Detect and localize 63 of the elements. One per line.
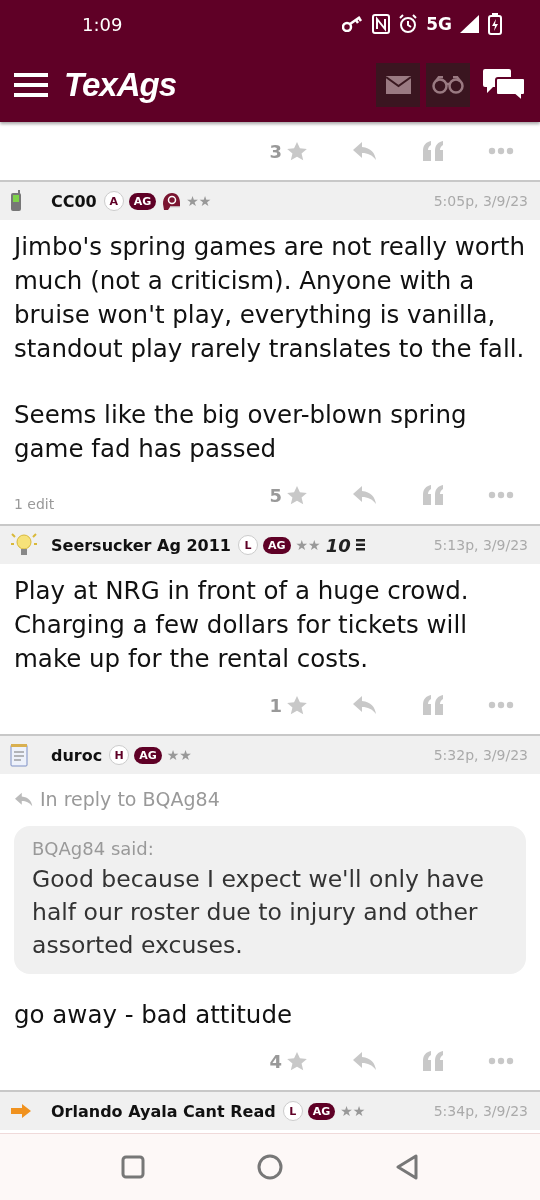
arrow-icon [10, 1103, 32, 1119]
reply-icon[interactable] [352, 695, 378, 715]
more-icon[interactable] [488, 491, 514, 499]
chat-icon[interactable] [482, 68, 526, 102]
status-time: 1:09 [82, 13, 123, 35]
app-logo[interactable]: TexAgs [64, 66, 176, 104]
envelope-icon [385, 76, 411, 94]
messages-button[interactable] [376, 63, 420, 107]
signal-icon [460, 15, 480, 33]
back-icon[interactable] [395, 1154, 419, 1180]
post-time: 5:05p, 3/9/23 [433, 193, 528, 209]
battery-charging-icon [488, 13, 502, 35]
quote-icon[interactable] [422, 694, 444, 716]
award-label: 10 [325, 534, 351, 556]
quote-icon[interactable] [422, 1050, 444, 1072]
ag-badge: AG [307, 1102, 336, 1120]
rank-stars: ★★ [295, 537, 321, 553]
binoculars-icon [432, 76, 464, 94]
username[interactable]: Orlando Ayala Cant Read [51, 1101, 276, 1121]
post-time: 5:13p, 3/9/23 [433, 537, 528, 553]
binoculars-button[interactable] [426, 63, 470, 107]
quote-icon[interactable] [422, 140, 444, 162]
more-icon[interactable] [488, 1057, 514, 1065]
rank-stars: ★★ [186, 193, 212, 209]
quote-author: BQAg84 said: [32, 838, 155, 859]
post-text: Play at NRG in front of a huge crowd. Charging a few dollars for tickets will make up for the rental costs. [14, 575, 470, 675]
ag-badge: AG [128, 192, 157, 210]
helmet-icon [161, 191, 182, 211]
post-text: Seems like the big over-blown spring game fad has passed [14, 399, 468, 465]
quote-text: Good because I expect we'll only have half our roster due to injury and other assorted excuses. [32, 864, 485, 961]
home-icon[interactable] [257, 1154, 283, 1180]
network-label: 5G [426, 14, 452, 34]
letter-badge: L [238, 535, 258, 555]
menu-icon[interactable] [14, 73, 48, 97]
post-time: 5:32p, 3/9/23 [433, 747, 528, 763]
post-text: go away - bad attitude [14, 999, 293, 1031]
nfc-icon [372, 14, 391, 34]
ag-badge: AG [263, 536, 291, 554]
username[interactable]: CC00 [51, 191, 97, 211]
phone-icon [10, 190, 22, 212]
quote-icon[interactable] [422, 484, 444, 506]
reply-icon [14, 791, 34, 807]
bars-icon [355, 539, 365, 551]
more-icon[interactable] [488, 147, 514, 155]
more-icon[interactable] [488, 701, 514, 709]
alarm-icon [398, 14, 419, 34]
rank-stars: ★★ [340, 1103, 366, 1119]
ag-badge: AG [134, 746, 162, 764]
letter-badge: H [109, 745, 130, 765]
reply-icon[interactable] [352, 485, 378, 505]
post-text: Jimbo's spring games are not really worth much (not a criticism). Anyone with a bruise won't play, everything is vanilla, standout play rarely translates to the fall. [14, 231, 526, 365]
username[interactable]: duroc [51, 745, 103, 765]
letter-badge: A [103, 191, 124, 211]
notepad-icon [10, 743, 28, 767]
letter-badge: L [282, 1101, 303, 1121]
edit-note: 1 edit [14, 496, 55, 512]
rank-stars: ★★ [166, 747, 192, 763]
reply-icon[interactable] [352, 141, 378, 161]
username[interactable]: Seersucker Ag 2011 [51, 535, 231, 555]
recents-icon[interactable] [121, 1155, 145, 1179]
post-time: 5:34p, 3/9/23 [433, 1103, 528, 1119]
reply-icon[interactable] [352, 1051, 378, 1071]
key-icon [342, 16, 365, 32]
